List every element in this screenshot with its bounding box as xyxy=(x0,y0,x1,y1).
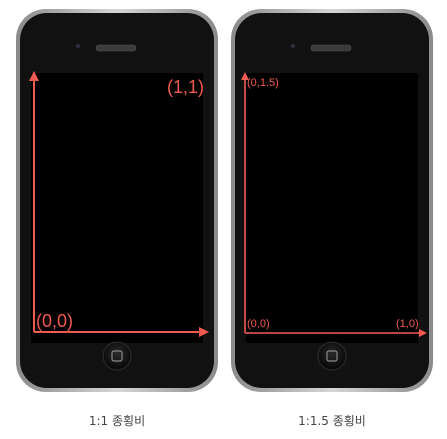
phone-screen xyxy=(31,73,203,343)
front-camera-icon xyxy=(75,43,81,49)
origin-label: (0,0) xyxy=(247,318,270,330)
speaker-grille-icon xyxy=(95,44,137,52)
phone-screen xyxy=(246,73,418,343)
corner-label: (1,1) xyxy=(167,77,205,97)
phone-illustration xyxy=(16,9,218,392)
top-axis-label: (0,1.5) xyxy=(247,77,279,89)
front-camera-icon xyxy=(290,43,296,49)
phone-illustration xyxy=(231,9,433,392)
caption-tall-aspect: 1:1.5 종횡비 xyxy=(298,414,366,428)
home-button-icon xyxy=(317,341,347,371)
right-axis-label: (1,0) xyxy=(396,318,419,330)
home-button-icon xyxy=(102,341,132,371)
origin-label: (0,0) xyxy=(36,311,74,331)
phone-figure-square-aspect: (0,0) (1,1) 1:1 종횡비 xyxy=(14,0,220,439)
caption-square-aspect: 1:1 종횡비 xyxy=(88,414,146,428)
speaker-grille-icon xyxy=(310,44,352,52)
phone-figure-tall-aspect: (0,1.5) (0,0) (1,0) 1:1.5 종횡비 xyxy=(229,0,435,439)
